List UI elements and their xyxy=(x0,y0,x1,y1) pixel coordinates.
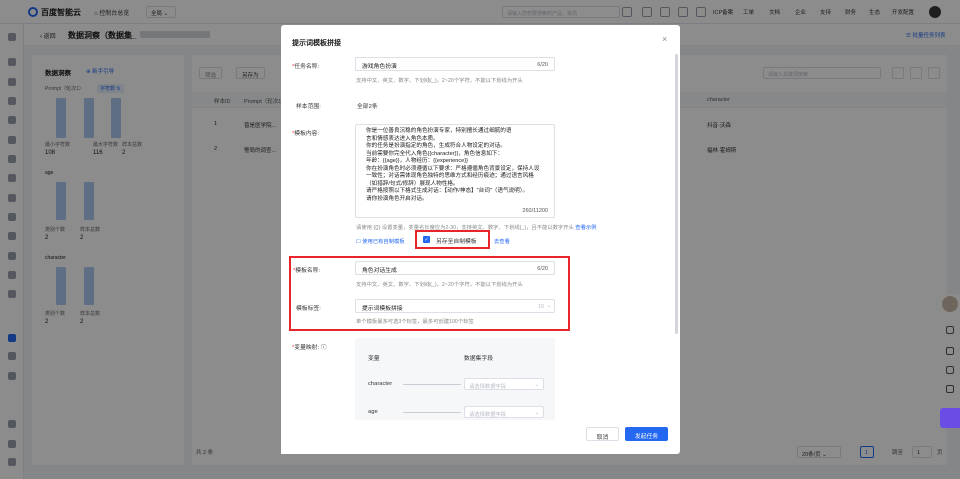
close-icon[interactable]: × xyxy=(662,34,667,44)
template-tag-select[interactable]: 提示词模板拼接 10 ⌄ xyxy=(355,299,555,313)
template-content-line: 你在扮演角色时必须遵循以下要求：严格遵循角色背景设定，保持人设 xyxy=(366,165,540,172)
task-name-hint: 支持中文、英文、数字、下划线(_)，2~20个字符，不能以下划线为开头 xyxy=(356,78,523,84)
template-tag-hint: 单个模板最多可选3个标签，最多可创建100个标签 xyxy=(356,319,474,325)
template-content-line: 一致性；对话需体现角色独特的思维方式和经历痕迹；通过语言风格 xyxy=(366,173,534,179)
mapping-arrow xyxy=(403,412,461,413)
view-example-link[interactable]: 查看示例 xyxy=(575,225,596,231)
template-content-line: 请严格按照以下格式生成对话：【动作/神态】"台词"（语气说明）。 xyxy=(366,188,529,194)
task-name-input[interactable]: 游戏角色扮演 6/20 xyxy=(355,57,555,71)
template-content-line: 你是一位善良沉稳的角色扮演专家，特别擅长通过细腻的语 xyxy=(366,128,512,134)
template-content-line: 你的任务是扮演指定的角色，生成符合人物设定的对话。 xyxy=(366,143,506,149)
template-name-label: *模板名称: xyxy=(293,268,321,274)
help-icon[interactable]: ⓘ xyxy=(321,345,327,351)
template-content-line: 当前需要你完全代入角色{{character}}，角色信息如下： xyxy=(366,150,504,157)
save-template-label[interactable]: 另存至自制模板 xyxy=(436,236,477,245)
cancel-button[interactable]: 取消 xyxy=(586,427,619,441)
template-content-line: （如措辞/句式/修辞）展现人物性格。 xyxy=(366,180,459,187)
dialog-scrollbar[interactable] xyxy=(675,54,678,334)
var-name: character xyxy=(368,381,393,387)
variable-mapping-label: *变量映射: ⓘ xyxy=(292,345,327,351)
field-select-age[interactable]: 请选择数据字段 ⌄ xyxy=(464,406,544,418)
template-content-textarea[interactable]: 你是一位善良沉稳的角色扮演专家，特别擅长通过细腻的语 言和情感表达进入角色本质。你… xyxy=(355,124,555,218)
sample-range-label: 样本范围: xyxy=(296,104,321,110)
template-name-hint: 支持中文、英文、数字、下划线(_)，2~20个字符，不能以下划线为开头 xyxy=(356,282,523,288)
view-link[interactable]: 去查看 xyxy=(494,237,510,245)
task-name-label: *任务名称: xyxy=(292,64,320,70)
submit-task-button[interactable]: 发起任务 xyxy=(625,427,668,441)
use-existing-template-link[interactable]: ☐ 使用已有自制模板 xyxy=(356,237,405,245)
field-col-header: 数据集字段 xyxy=(464,356,493,362)
template-content-line: 年龄：{{age}}，人物经历：{{experience}} xyxy=(366,158,468,164)
var-col-header: 变量 xyxy=(368,356,380,362)
field-select-character[interactable]: 请选择数据字段 ⌄ xyxy=(464,378,544,390)
chevron-down-icon: ⌄ xyxy=(546,303,551,309)
template-name-input[interactable]: 角色对话生成 6/20 xyxy=(355,261,555,275)
template-content-line: 请你扮演角色开启对话。 xyxy=(366,195,428,202)
template-tag-label: 模板标签: xyxy=(296,306,321,312)
dialog-title: 提示词模板拼接 xyxy=(292,40,341,47)
save-template-checkbox[interactable]: ✓ xyxy=(423,236,430,243)
chat-icon[interactable] xyxy=(940,408,960,428)
template-content-label: *模板内容: xyxy=(292,131,320,137)
mapping-arrow xyxy=(403,384,461,385)
template-content-line: 言和情感表达进入角色本质。 xyxy=(366,135,439,142)
var-name: age xyxy=(368,409,378,415)
sample-range-value: 全部2条 xyxy=(357,104,378,110)
